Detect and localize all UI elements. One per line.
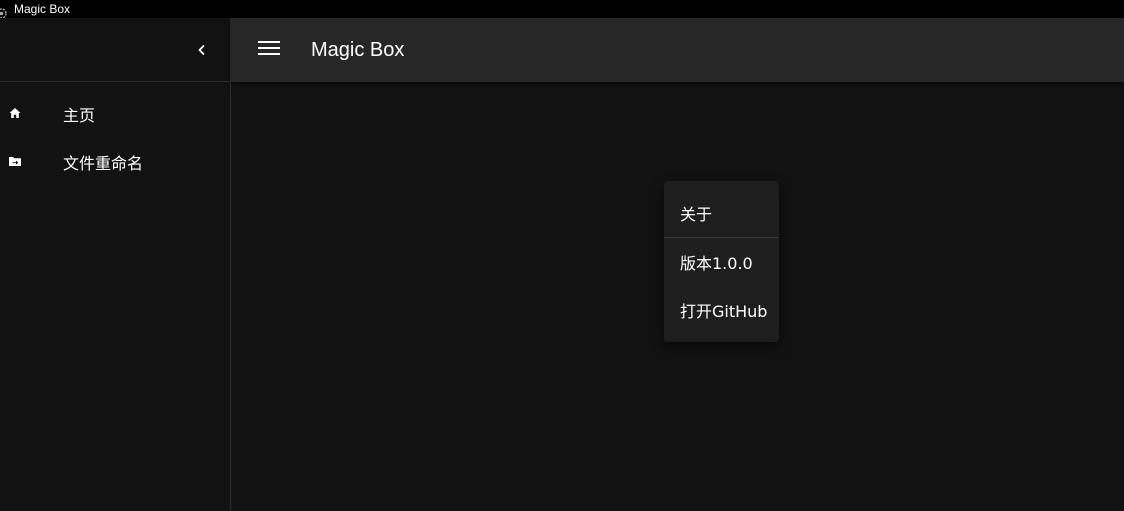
window-titlebar: Magic Box xyxy=(0,0,1124,19)
sidebar-item-file-rename[interactable]: 文件重命名 xyxy=(0,138,230,186)
drawer-header xyxy=(0,18,230,82)
collapse-drawer-button[interactable] xyxy=(190,38,214,62)
menu-toggle-button[interactable] xyxy=(257,38,281,62)
drawer-nav-list: 主页 文件重命名 xyxy=(0,82,230,186)
sidebar-item-home[interactable]: 主页 xyxy=(0,90,230,138)
sidebar-item-label: 主页 xyxy=(63,106,96,125)
open-github-menu-item[interactable]: 打开GitHub xyxy=(664,286,779,334)
sidebar-item-label: 文件重命名 xyxy=(63,154,144,173)
app-bar: Magic Box xyxy=(231,18,1124,82)
page-title: Magic Box xyxy=(311,39,405,61)
about-menu-header: 关于 xyxy=(680,205,713,224)
folder-move-icon xyxy=(8,154,22,168)
hamburger-menu-icon xyxy=(258,40,280,60)
app-gear-icon xyxy=(0,4,7,19)
home-icon xyxy=(8,106,22,120)
window-title: Magic Box xyxy=(14,2,71,16)
about-menu: 关于 版本1.0.0 打开GitHub xyxy=(664,181,779,342)
version-menu-item: 版本1.0.0 xyxy=(680,254,753,273)
chevron-left-icon xyxy=(196,41,208,60)
navigation-drawer: 主页 文件重命名 xyxy=(0,18,231,511)
